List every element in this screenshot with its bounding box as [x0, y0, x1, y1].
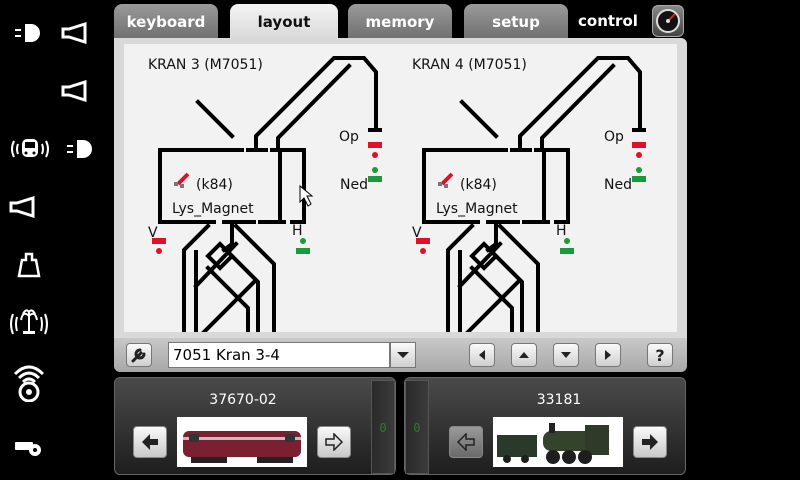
- crane-left-k: (k84): [196, 177, 233, 193]
- arrow-left-button[interactable]: [469, 343, 495, 367]
- app-root: keyboard layout memory setup control KRA…: [0, 0, 800, 480]
- tab-layout[interactable]: layout: [230, 4, 338, 40]
- layout-toolbar: 7051 Kran 3-4 ?: [114, 338, 687, 372]
- crane-right-k: (k84): [460, 177, 497, 193]
- loco-address: 33181: [536, 392, 582, 408]
- speedometer-icon[interactable]: [652, 5, 684, 37]
- help-button[interactable]: ?: [647, 343, 673, 367]
- whistle-icon[interactable]: [12, 432, 46, 462]
- crane-left-h[interactable]: H: [292, 223, 303, 239]
- tab-setup[interactable]: setup: [464, 4, 568, 40]
- signal-op-right: [632, 128, 646, 182]
- magnet-icon-right: [438, 172, 454, 188]
- loco-address: 37670-02: [209, 392, 277, 408]
- arrow-right-button[interactable]: [595, 343, 621, 367]
- horn-icon[interactable]: [58, 18, 92, 48]
- chevron-down-icon[interactable]: [390, 342, 416, 368]
- weight-icon[interactable]: [12, 250, 46, 280]
- tab-keyboard[interactable]: keyboard: [114, 4, 218, 40]
- loco-panel-left: 37670-02 0: [114, 377, 396, 475]
- layout-select[interactable]: 7051 Kran 3-4: [168, 342, 390, 368]
- arrow-right-button[interactable]: [317, 426, 351, 458]
- track-layout-board: KRAN 3 (M7051) (k84) Lys_Magnet Op Ned V…: [124, 44, 677, 332]
- arrow-right-button[interactable]: [633, 426, 667, 458]
- speed-value: 0: [413, 421, 421, 435]
- signal-op-left: [368, 128, 382, 182]
- horn-icon[interactable]: [58, 76, 92, 106]
- arrow-down-button[interactable]: [553, 343, 579, 367]
- loco-panel-right: 0 33181: [404, 377, 686, 475]
- magnet-icon-left: [174, 172, 190, 188]
- fountain-icon[interactable]: [6, 306, 52, 336]
- crane-right-tracks: [422, 56, 642, 332]
- crane-right-v[interactable]: V: [412, 225, 422, 241]
- crane-right-op[interactable]: Op: [604, 129, 624, 145]
- signal-h-left: [296, 238, 310, 254]
- arrow-up-button[interactable]: [511, 343, 537, 367]
- crane-right-magnet[interactable]: Lys_Magnet: [436, 201, 518, 217]
- light-icon[interactable]: [62, 134, 96, 164]
- loco-image: [493, 417, 623, 467]
- arrow-left-button[interactable]: [133, 426, 167, 458]
- crane-left-ned[interactable]: Ned: [340, 177, 368, 193]
- speed-slider[interactable]: 0: [405, 380, 429, 474]
- crane-left-v[interactable]: V: [148, 225, 158, 241]
- horn-icon[interactable]: [6, 192, 40, 222]
- crane-right-title: KRAN 4 (M7051): [412, 57, 527, 73]
- crane-left-op[interactable]: Op: [339, 129, 359, 145]
- control-label[interactable]: control: [578, 8, 638, 34]
- cab-radio-icon[interactable]: [8, 134, 52, 164]
- crane-left-title: KRAN 3 (M7051): [148, 57, 263, 73]
- speed-value: 0: [379, 421, 387, 435]
- crane-right-h[interactable]: H: [556, 223, 567, 239]
- arrow-left-button[interactable]: [449, 426, 483, 458]
- speed-slider[interactable]: 0: [371, 380, 395, 474]
- layout-panel: KRAN 3 (M7051) (k84) Lys_Magnet Op Ned V…: [114, 38, 687, 338]
- signal-h-right: [560, 238, 574, 254]
- sound-icon[interactable]: [12, 362, 46, 402]
- light-icon[interactable]: [10, 18, 44, 48]
- loco-image: [177, 417, 307, 467]
- wrench-icon[interactable]: [126, 343, 152, 367]
- crane-right-ned[interactable]: Ned: [604, 177, 632, 193]
- crane-left-magnet[interactable]: Lys_Magnet: [172, 201, 254, 217]
- tab-memory[interactable]: memory: [348, 4, 452, 40]
- crane-left-tracks: [158, 56, 378, 332]
